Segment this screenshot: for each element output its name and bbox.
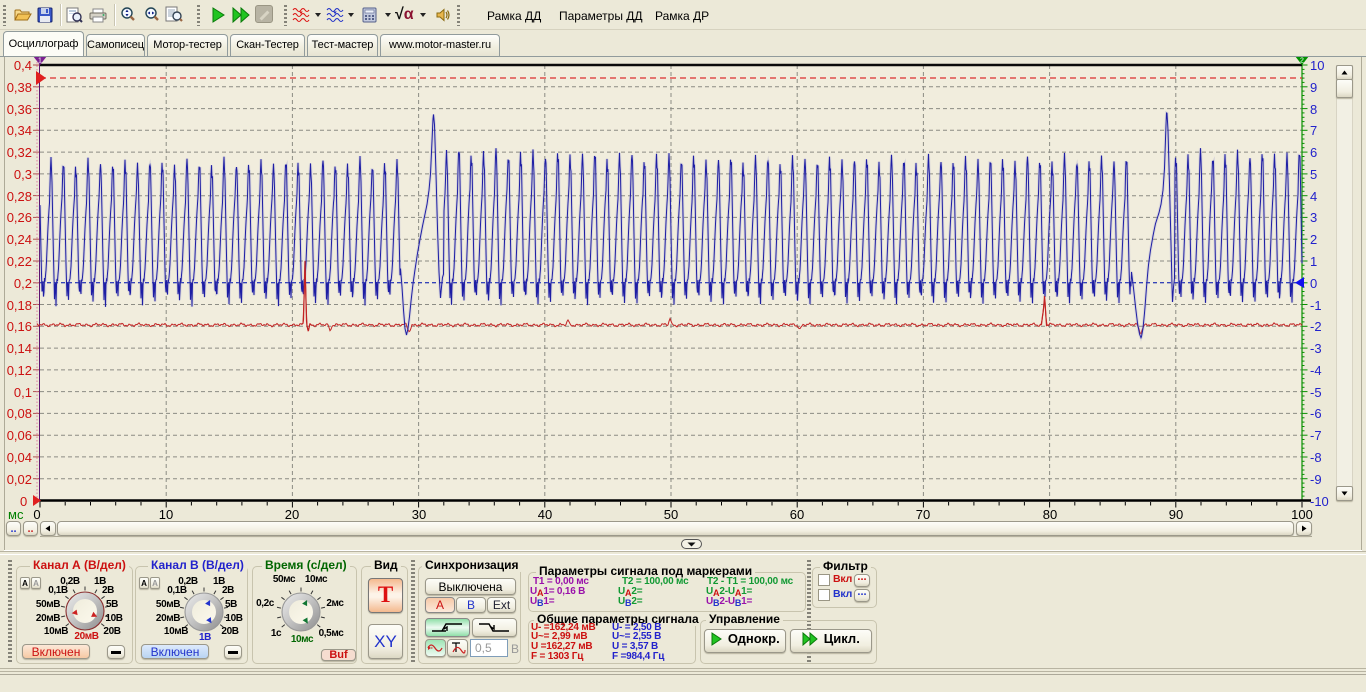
- svg-text:2: 2: [1300, 58, 1304, 65]
- svg-text:1: 1: [38, 58, 42, 65]
